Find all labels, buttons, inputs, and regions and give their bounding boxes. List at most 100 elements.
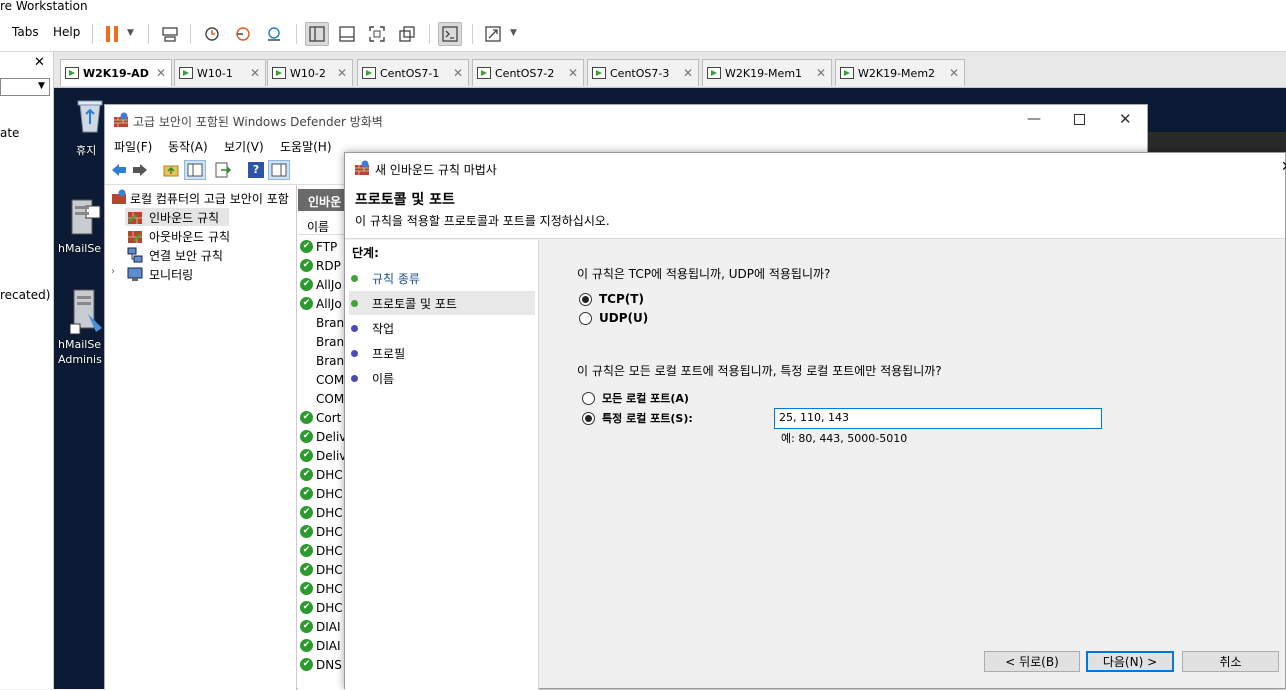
close-icon[interactable]: ✕ — [156, 66, 166, 80]
close-icon[interactable]: ✕ — [568, 66, 578, 80]
console-view-icon[interactable] — [438, 22, 462, 46]
tab-w2k19-ad[interactable]: W2K19-AD ✕ — [60, 59, 172, 86]
close-icon[interactable]: ✕ — [337, 66, 347, 80]
table-row[interactable]: ✔ DIAI — [300, 617, 346, 636]
tab-w2k19-mem2[interactable]: W2K19-Mem2 ✕ — [835, 59, 965, 86]
minimize-icon[interactable]: — — [1027, 111, 1041, 127]
udp-option[interactable]: UDP(U) — [579, 311, 648, 325]
recycle-bin-icon[interactable] — [74, 96, 106, 134]
menu-action[interactable]: 동작(A) — [168, 138, 208, 155]
hmailserver-admin-icon[interactable] — [69, 288, 104, 336]
table-row[interactable]: ✔ DNS — [300, 655, 346, 674]
tab-w10-2[interactable]: W10-2 ✕ — [267, 59, 353, 86]
show-hide-action-pane-icon[interactable] — [268, 160, 290, 180]
pause-dropdown-icon[interactable]: ▼ — [127, 28, 134, 38]
recycle-bin-label: 휴지 — [76, 144, 97, 157]
table-row[interactable]: Bran — [300, 332, 346, 351]
specific-ports-input[interactable]: 25, 110, 143 — [774, 408, 1102, 429]
table-row[interactable]: Bran — [300, 351, 346, 370]
show-hide-console-tree-icon[interactable] — [184, 160, 206, 180]
cancel-button[interactable]: 취소 — [1182, 651, 1279, 672]
close-icon[interactable]: ✕ — [250, 66, 260, 80]
export-list-icon[interactable] — [215, 162, 232, 181]
table-row[interactable]: ✔ Cort — [300, 408, 346, 427]
table-row[interactable]: COM — [300, 370, 346, 389]
table-row[interactable]: ✔ DHC — [300, 503, 346, 522]
tab-w10-1[interactable]: W10-1 ✕ — [174, 59, 266, 86]
close-icon[interactable]: ✕ — [949, 66, 959, 80]
table-row[interactable]: ✔ DHC — [300, 560, 346, 579]
table-row[interactable]: COM — [300, 389, 346, 408]
library-view-icon[interactable] — [305, 22, 329, 46]
table-row[interactable]: ✔ DHC — [300, 579, 346, 598]
table-row[interactable]: Bran — [300, 313, 346, 332]
close-icon[interactable]: ✕ — [1119, 110, 1132, 128]
table-row[interactable]: ✔ FTP — [300, 237, 346, 256]
tree-item-outbound-rules[interactable]: 아웃바운드 규칙 — [125, 227, 275, 245]
menu-tabs[interactable]: Tabs — [12, 25, 39, 39]
chevron-down-icon[interactable]: ▼ — [38, 81, 45, 91]
tree-item-inbound-rules[interactable]: 인바운드 규칙 — [125, 208, 229, 226]
table-row[interactable]: ✔ DHC — [300, 522, 346, 541]
close-icon[interactable]: ✕ — [453, 66, 463, 80]
help-icon[interactable]: ? — [248, 162, 264, 178]
specific-ports-radio[interactable] — [582, 411, 595, 425]
tree-root-label[interactable]: 로컬 컴퓨터의 고급 보안이 포함 — [130, 190, 289, 207]
stretch-dropdown-icon[interactable]: ▼ — [510, 28, 517, 38]
all-ports-radio[interactable] — [582, 391, 595, 405]
tree-item-monitoring[interactable]: 모니터링 — [125, 265, 275, 283]
sidebar-item[interactable]: ate — [0, 126, 19, 140]
full-screen-icon[interactable] — [365, 22, 389, 46]
column-header-name[interactable]: 이름 — [298, 213, 346, 235]
send-ctrl-alt-del-icon[interactable] — [158, 22, 182, 46]
sidebar-close-icon[interactable]: ✕ — [34, 55, 45, 70]
tree-item-connection-security-rules[interactable]: 연결 보안 규칙 — [125, 246, 275, 264]
revert-snapshot-icon[interactable] — [231, 22, 255, 46]
tcp-option[interactable]: TCP(T) — [579, 292, 644, 306]
menu-view[interactable]: 보기(V) — [224, 138, 264, 155]
all-ports-label: 모든 로컬 포트(A) — [602, 392, 689, 405]
tab-centos7-2[interactable]: CentOS7-2 ✕ — [472, 59, 584, 86]
table-row[interactable]: ✔ Deliv — [300, 427, 346, 446]
table-row[interactable]: ✔ DHC — [300, 484, 346, 503]
thumbnail-view-icon[interactable] — [335, 22, 359, 46]
snapshot-icon[interactable] — [200, 22, 224, 46]
expand-chevron-icon[interactable]: › — [111, 266, 115, 277]
menu-file[interactable]: 파일(F) — [114, 138, 152, 155]
table-row[interactable]: ✔ Deliv — [300, 446, 346, 465]
rule-name: DHC — [316, 581, 343, 596]
sidebar-item[interactable]: recated) — [0, 288, 50, 302]
table-row[interactable]: ✔ DIAI — [300, 636, 346, 655]
up-folder-icon[interactable] — [163, 162, 179, 181]
snapshot-manager-icon[interactable] — [262, 22, 286, 46]
tab-w2k19-mem1[interactable]: W2K19-Mem1 ✕ — [702, 59, 832, 86]
maximize-icon[interactable] — [1074, 114, 1085, 125]
udp-radio[interactable] — [579, 311, 592, 325]
hmailserver-icon[interactable] — [68, 198, 102, 238]
stretch-guest-icon[interactable] — [481, 22, 505, 46]
back-arrow-icon[interactable] — [111, 163, 127, 180]
table-row[interactable]: ✔ DHC — [300, 541, 346, 560]
pause-icon[interactable] — [100, 22, 124, 46]
tab-centos7-1[interactable]: CentOS7-1 ✕ — [357, 59, 469, 86]
vm-running-icon — [707, 67, 721, 79]
forward-arrow-icon[interactable] — [132, 163, 148, 180]
specific-ports-option[interactable]: 특정 로컬 포트(S): — [582, 410, 693, 426]
vm-running-icon — [179, 67, 193, 79]
back-button[interactable]: < 뒤로(B) — [984, 651, 1080, 672]
all-ports-option[interactable]: 모든 로컬 포트(A) — [582, 390, 689, 406]
table-row[interactable]: ✔ AllJo — [300, 294, 346, 313]
tab-centos7-3[interactable]: CentOS7-3 ✕ — [587, 59, 699, 86]
unity-icon[interactable] — [395, 22, 419, 46]
table-row[interactable]: ✔ DHC — [300, 465, 346, 484]
close-icon[interactable]: ✕ — [1281, 159, 1286, 175]
menu-help[interactable]: Help — [53, 25, 80, 39]
table-row[interactable]: ✔ RDP — [300, 256, 346, 275]
tcp-radio[interactable] — [579, 292, 592, 306]
close-icon[interactable]: ✕ — [816, 66, 826, 80]
menu-help[interactable]: 도움말(H) — [280, 138, 332, 155]
table-row[interactable]: ✔ DHC — [300, 598, 346, 617]
close-icon[interactable]: ✕ — [683, 66, 693, 80]
next-button[interactable]: 다음(N) > — [1086, 651, 1174, 672]
table-row[interactable]: ✔ AllJo — [300, 275, 346, 294]
